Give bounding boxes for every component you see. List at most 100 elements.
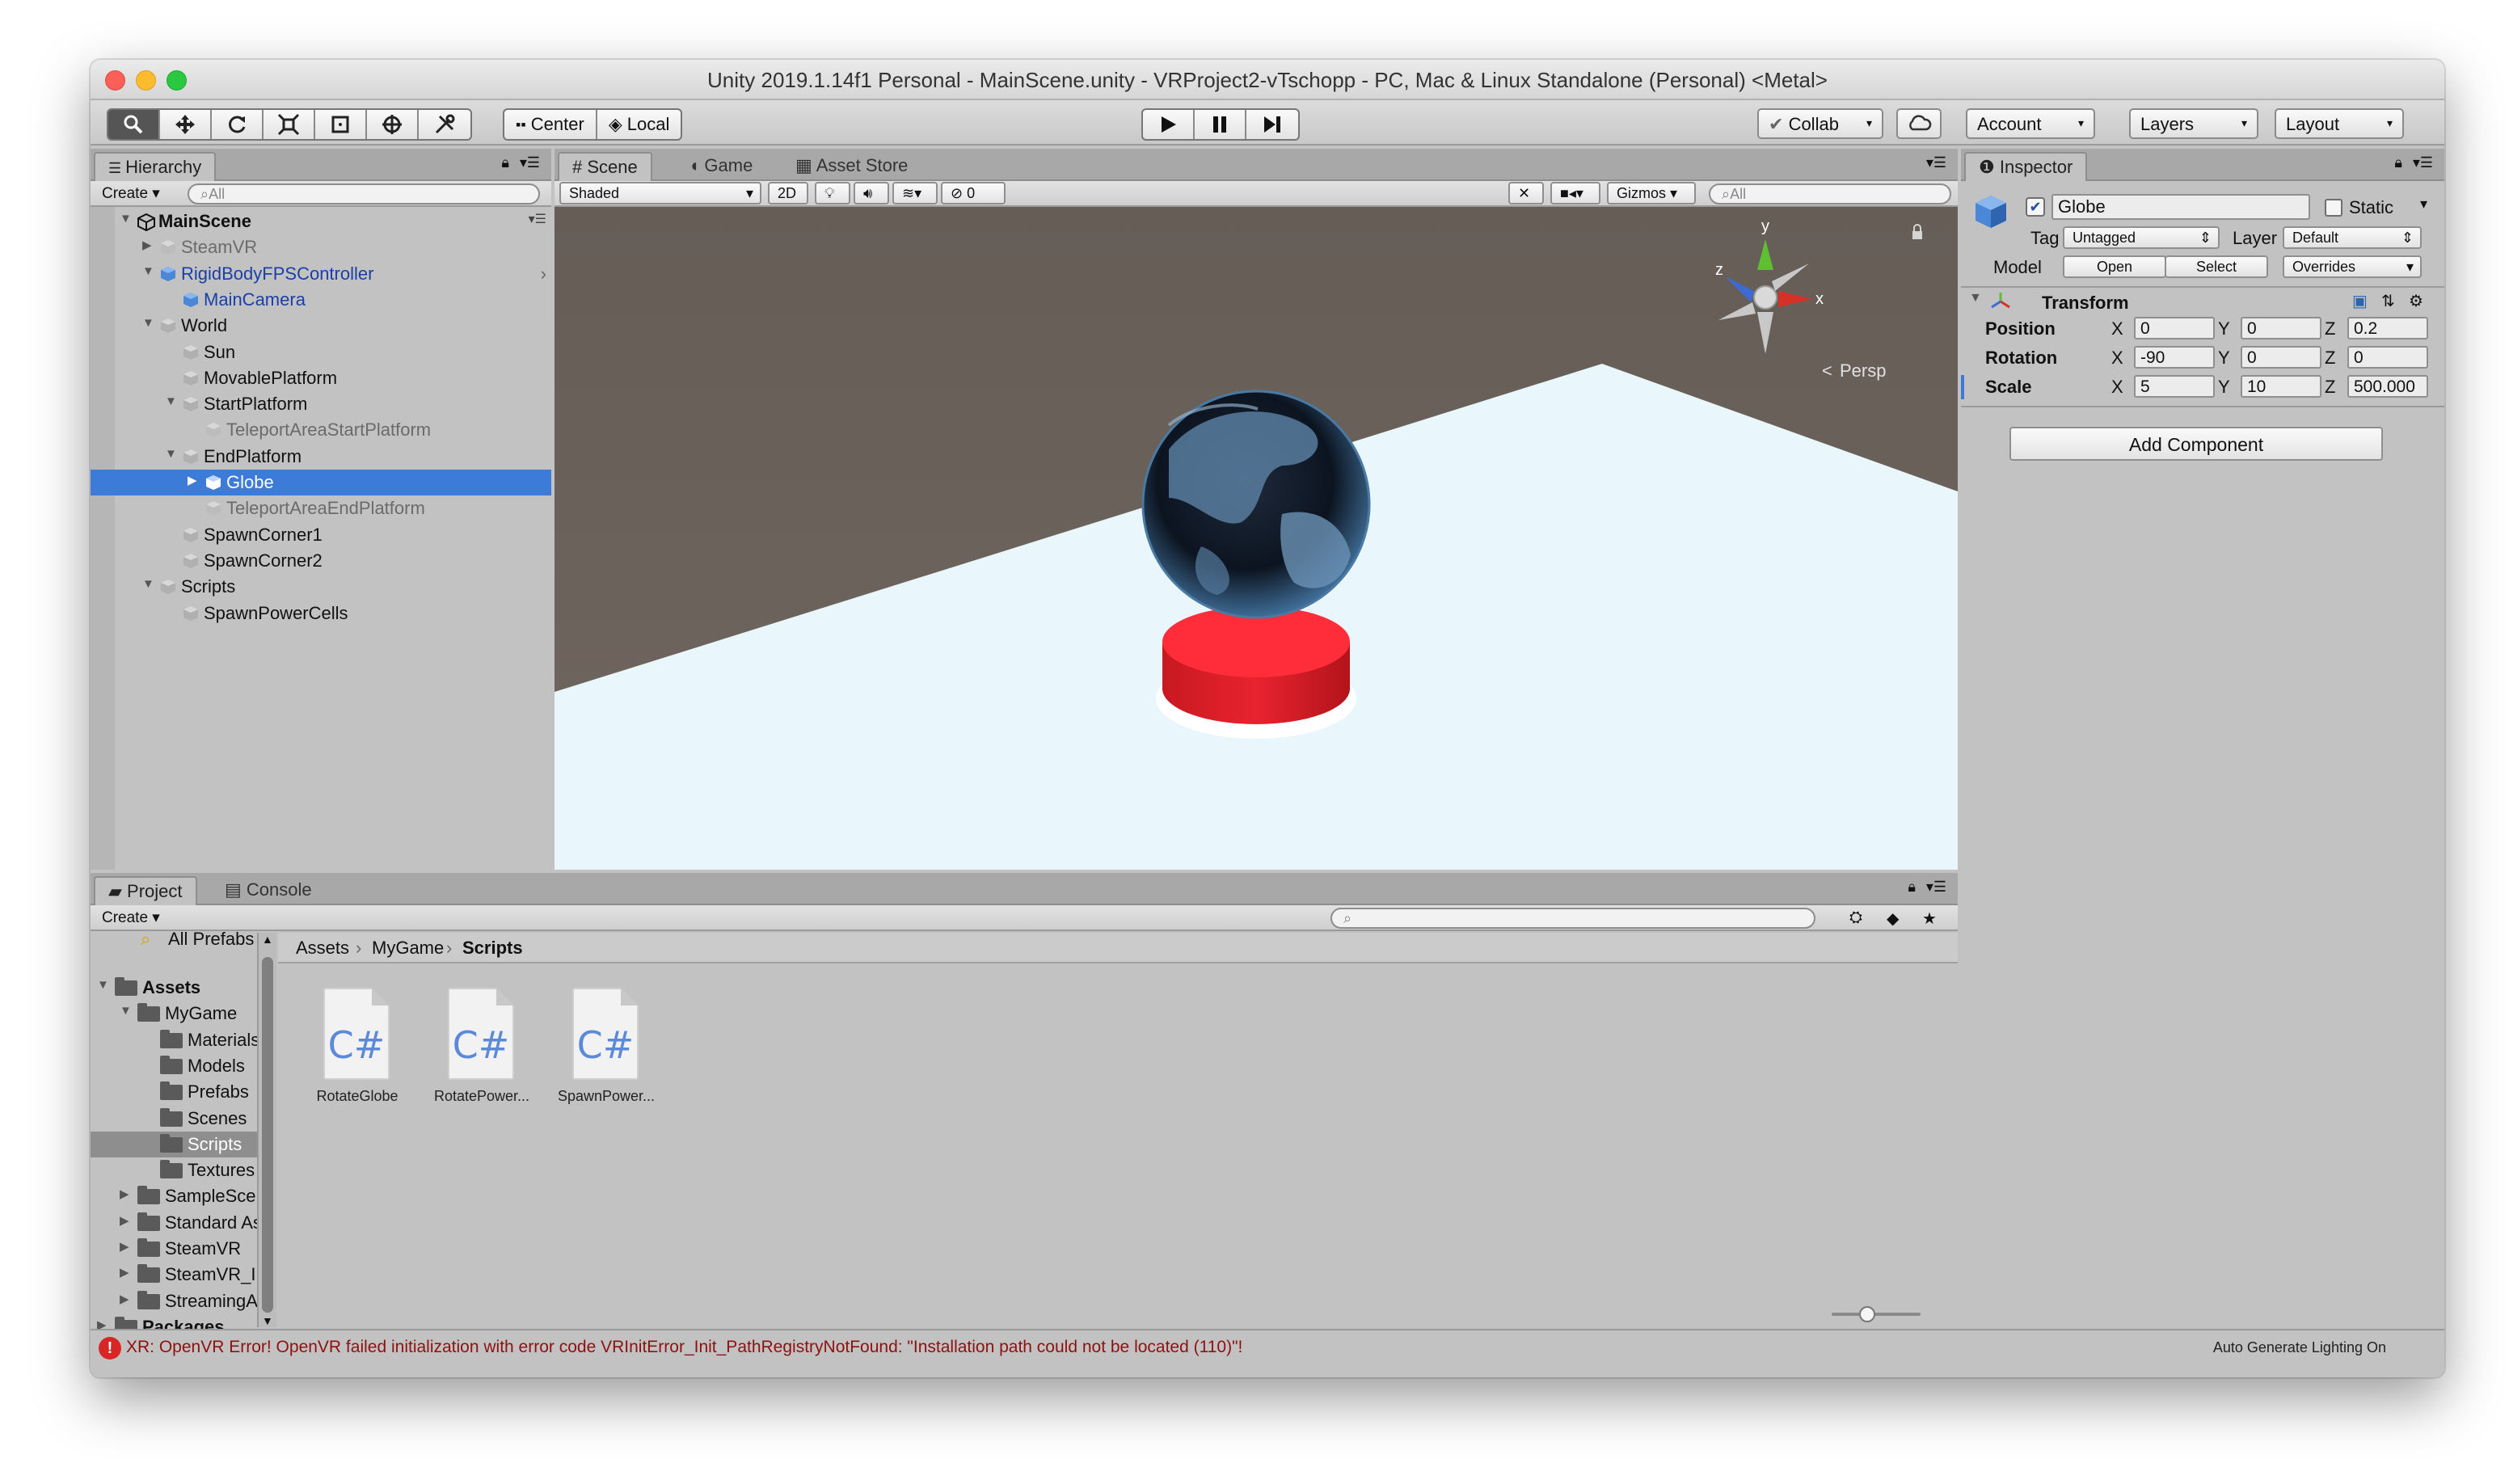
collapsed-triangle-icon[interactable]: ▶ xyxy=(120,1239,129,1254)
position-label[interactable]: Position xyxy=(1985,318,2056,339)
folder-tree-scrollbar[interactable]: ▲ ▼ xyxy=(257,933,276,1327)
position-z-field[interactable]: 0.2 xyxy=(2347,317,2428,339)
model-select-button[interactable]: Select xyxy=(2165,255,2268,278)
scene-tools-icon[interactable]: ✕ xyxy=(1508,182,1544,204)
folder-item-mygame[interactable]: ▼ MyGame xyxy=(91,1001,275,1027)
hierarchy-create-button[interactable]: Create ▾ xyxy=(95,183,167,204)
rotation-z-axis-label[interactable]: Z xyxy=(2325,348,2335,369)
rotation-label[interactable]: Rotation xyxy=(1985,348,2057,369)
hierarchy-search-input[interactable]: ⌕All xyxy=(188,183,540,204)
rotation-x-axis-label[interactable]: X xyxy=(2111,348,2123,369)
cs-script-icon[interactable]: C# xyxy=(572,988,639,1080)
folder-item-streamingassets[interactable]: ▶StreamingAssets xyxy=(91,1288,275,1314)
cloud-button[interactable] xyxy=(1896,108,1942,139)
hierarchy-item-mainscene[interactable]: ▼ MainScene ▾☰ xyxy=(91,209,551,234)
chevron-down-icon[interactable]: ▾ xyxy=(2420,196,2427,213)
foldout-triangle-icon[interactable]: ▼ xyxy=(1969,291,1982,306)
camera-dropdown-icon[interactable]: ■◂▾ xyxy=(1550,182,1600,204)
scene-search-input[interactable]: ⌕All xyxy=(1709,183,1951,204)
folder-item-prefabs[interactable]: Prefabs xyxy=(91,1079,275,1105)
active-checkbox[interactable]: ✔ xyxy=(2026,197,2045,217)
cs-script-icon[interactable]: C# xyxy=(323,988,390,1080)
scale-z-axis-label[interactable]: Z xyxy=(2325,377,2335,398)
hierarchy-item-rigidbodyfpscontroller[interactable]: ▼ RigidBodyFPSController › xyxy=(91,261,551,287)
breadcrumb-mygame[interactable]: MyGame xyxy=(372,938,444,959)
expanded-triangle-icon[interactable]: ▼ xyxy=(165,394,177,408)
rotation-x-field[interactable]: -90 xyxy=(2134,346,2215,369)
project-create-button[interactable]: Create ▾ xyxy=(95,908,167,929)
scene-menu-icon[interactable]: ▾☰ xyxy=(529,211,546,227)
position-x-field[interactable]: 0 xyxy=(2134,317,2215,339)
tab-asset-store[interactable]: ▦ Asset Store xyxy=(782,152,921,181)
play-button[interactable] xyxy=(1143,110,1195,139)
gear-icon[interactable]: ⚙ xyxy=(2409,291,2423,311)
icon-size-slider[interactable] xyxy=(1832,1306,1921,1322)
help-book-icon[interactable]: ▣ xyxy=(2352,291,2368,311)
position-x-axis-label[interactable]: X xyxy=(2111,318,2123,339)
folder-item-assets[interactable]: ▼ Assets xyxy=(91,975,275,1001)
static-checkbox[interactable] xyxy=(2325,199,2342,217)
model-open-button[interactable]: Open xyxy=(2063,255,2166,278)
scroll-up-icon[interactable]: ▲ xyxy=(262,933,273,946)
collapsed-triangle-icon[interactable]: ▶ xyxy=(120,1292,129,1306)
favorite-star-icon[interactable]: ★ xyxy=(1916,908,1943,929)
scale-x-field[interactable]: 5 xyxy=(2134,375,2215,398)
position-z-axis-label[interactable]: Z xyxy=(2325,318,2335,339)
error-message[interactable]: XR: OpenVR Error! OpenVR failed initiali… xyxy=(126,1338,1242,1357)
scale-label[interactable]: Scale xyxy=(1985,377,2032,398)
folder-item-textures[interactable]: Textures xyxy=(91,1157,275,1183)
collapsed-triangle-icon[interactable]: ▶ xyxy=(120,1265,129,1280)
breadcrumb-scripts[interactable]: Scripts xyxy=(462,938,523,959)
scale-y-field[interactable]: 10 xyxy=(2241,375,2321,398)
scale-tool-icon[interactable] xyxy=(264,110,315,139)
rotation-y-field[interactable]: 0 xyxy=(2241,346,2321,369)
folder-item-steamvr_input[interactable]: ▶SteamVR_Input xyxy=(91,1262,275,1288)
favorites-item[interactable]: ⌕ All Prefabs xyxy=(91,931,275,952)
layout-dropdown[interactable]: Layout ▾ xyxy=(2275,108,2404,139)
scene-viewport[interactable]: y x z Persp < xyxy=(555,207,1958,870)
collapsed-triangle-icon[interactable]: ▶ xyxy=(142,238,152,252)
folder-item-packages[interactable]: ▶ Packages xyxy=(91,1314,275,1329)
add-component-button[interactable]: Add Component xyxy=(2009,427,2383,461)
hierarchy-item-movableplatform[interactable]: MovablePlatform xyxy=(91,365,551,391)
pause-button[interactable] xyxy=(1195,110,1246,139)
scale-x-axis-label[interactable]: X xyxy=(2111,377,2123,398)
scale-z-field[interactable]: 500.000 xyxy=(2347,375,2428,398)
project-search-input[interactable]: ⌕ xyxy=(1330,908,1815,929)
expanded-triangle-icon[interactable]: ▼ xyxy=(142,577,154,591)
hierarchy-item-spawncorner1[interactable]: SpawnCorner1 xyxy=(91,522,551,548)
shading-mode-dropdown[interactable]: Shaded ▾ xyxy=(559,182,761,204)
hierarchy-item-spawncorner2[interactable]: SpawnCorner2 xyxy=(91,548,551,574)
tab-scene[interactable]: # Scene xyxy=(558,152,652,181)
rotate-tool-icon[interactable] xyxy=(212,110,264,139)
effects-dropdown-icon[interactable]: ≋▾ xyxy=(892,182,938,204)
position-y-axis-label[interactable]: Y xyxy=(2218,318,2230,339)
hand-tool-icon[interactable] xyxy=(108,110,160,139)
collapsed-triangle-icon[interactable]: ▶ xyxy=(120,1213,129,1228)
slider-thumb[interactable] xyxy=(1859,1306,1875,1322)
lighting-toggle-icon[interactable]: 💡︎ xyxy=(815,182,850,204)
panel-menu-icon[interactable]: ▾☰ xyxy=(2406,154,2439,175)
expanded-triangle-icon[interactable]: ▼ xyxy=(97,978,109,992)
rotation-z-field[interactable]: 0 xyxy=(2347,346,2428,369)
tab-inspector[interactable]: ❶ Inspector xyxy=(1964,152,2088,181)
expanded-triangle-icon[interactable]: ▼ xyxy=(142,264,154,278)
tab-console[interactable]: ▤ Console xyxy=(212,876,325,905)
collab-dropdown[interactable]: ✔ Collab ▾ xyxy=(1757,108,1883,139)
script-file-label[interactable]: RotateGlobe xyxy=(293,1088,422,1105)
step-button[interactable] xyxy=(1246,110,1298,139)
hierarchy-item-steamvr[interactable]: ▶ SteamVR xyxy=(91,234,551,260)
hierarchy-item-spawnpowercells[interactable]: SpawnPowerCells xyxy=(91,601,551,626)
2d-toggle-button[interactable]: 2D xyxy=(768,182,808,204)
layers-dropdown[interactable]: Layers ▾ xyxy=(2129,108,2258,139)
folder-item-scenes[interactable]: Scenes xyxy=(91,1106,275,1132)
script-file-label[interactable]: RotatePower... xyxy=(417,1088,546,1105)
custom-tool-icon[interactable] xyxy=(419,110,470,139)
panel-menu-icon[interactable]: ▾☰ xyxy=(1920,878,1953,899)
hierarchy-item-endplatform[interactable]: ▼ EndPlatform xyxy=(91,444,551,470)
panel-menu-icon[interactable]: ▾☰ xyxy=(1920,154,1953,175)
move-tool-icon[interactable] xyxy=(160,110,212,139)
preset-icon[interactable]: ⇅ xyxy=(2381,291,2395,311)
layer-dropdown[interactable]: Default ⇕ xyxy=(2283,226,2422,249)
prefab-open-arrow-icon[interactable]: › xyxy=(541,263,546,285)
